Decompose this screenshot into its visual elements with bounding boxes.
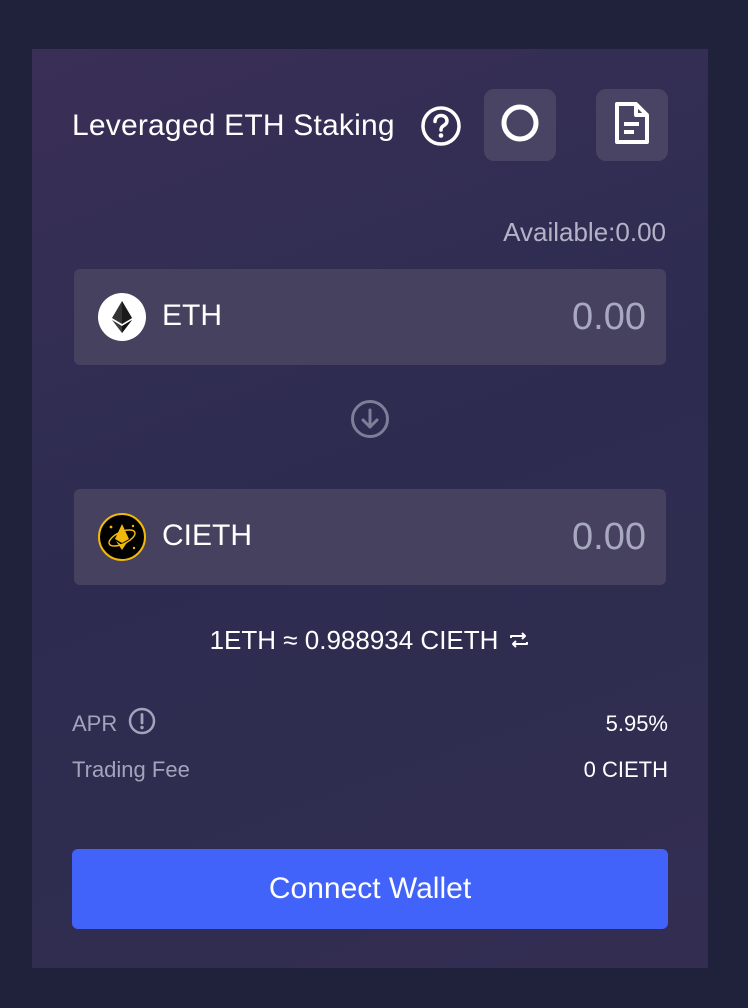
available-balance: Available:0.00: [503, 217, 666, 248]
from-amount-input[interactable]: [346, 287, 646, 347]
cieth-logo: [98, 513, 146, 561]
to-amount-input[interactable]: [346, 507, 646, 567]
available-value: 0.00: [615, 217, 666, 247]
apr-value: 5.95%: [605, 711, 668, 736]
from-token-field[interactable]: ETH: [74, 269, 666, 365]
to-token-field[interactable]: CIETH: [74, 489, 666, 585]
question-circle-icon[interactable]: [420, 105, 462, 147]
available-label: Available:: [503, 217, 616, 247]
refresh-button[interactable]: [484, 89, 556, 161]
to-token-symbol: CIETH: [162, 519, 252, 552]
swap-arrows-icon[interactable]: [508, 627, 530, 658]
document-icon: [612, 101, 652, 150]
history-button[interactable]: [596, 89, 668, 161]
staking-card: Leveraged ETH Staking Available:0.00 ETH…: [32, 49, 708, 968]
trading-fee-row: Trading Fee 0 CIETH: [72, 753, 668, 787]
ethereum-logo: [98, 293, 146, 341]
apr-label: APR: [72, 711, 118, 736]
exchange-rate-text: 1ETH ≈ 0.988934 CIETH: [209, 625, 499, 655]
apr-row: APR 5.95%: [72, 707, 668, 741]
info-circle-icon[interactable]: [128, 707, 156, 735]
exchange-rate: 1ETH ≈ 0.988934 CIETH: [32, 625, 708, 658]
page-title: Leveraged ETH Staking: [72, 109, 395, 142]
trading-fee-label: Trading Fee: [72, 757, 190, 782]
arrow-down-circle-icon: [350, 399, 390, 439]
card-header: Leveraged ETH Staking: [72, 89, 668, 161]
connect-wallet-button[interactable]: Connect Wallet: [72, 849, 668, 929]
from-token-symbol: ETH: [162, 299, 222, 332]
trading-fee-value: 0 CIETH: [583, 757, 668, 782]
refresh-ring-icon: [500, 103, 540, 148]
